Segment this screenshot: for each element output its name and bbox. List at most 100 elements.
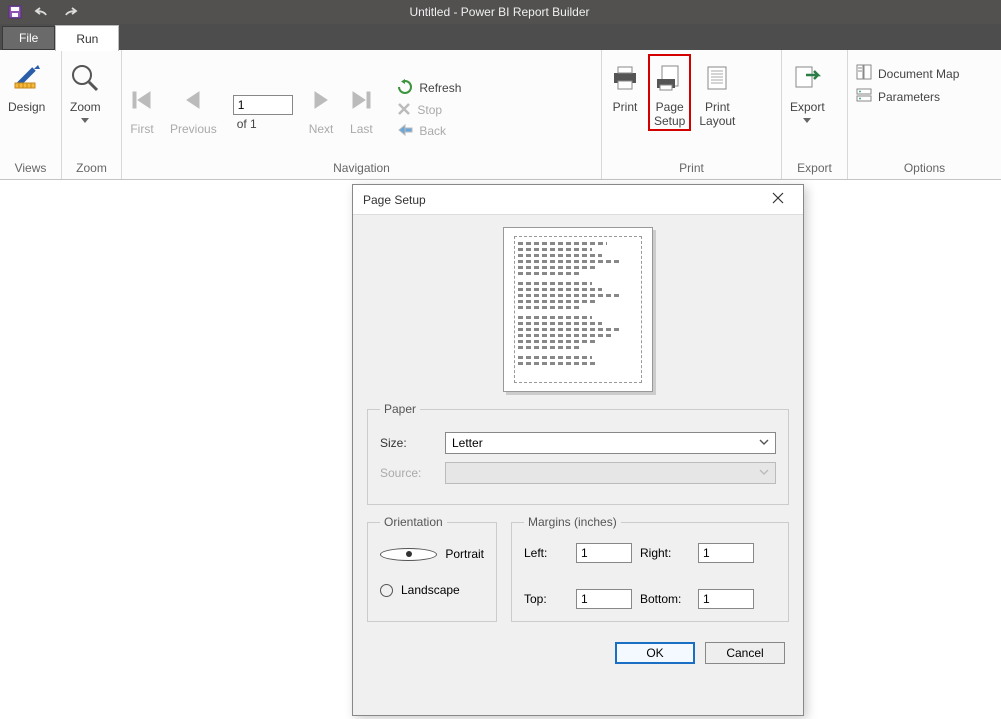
next-label: Next	[309, 122, 334, 136]
size-value: Letter	[452, 436, 483, 450]
stop-button[interactable]: Stop	[397, 102, 461, 119]
portrait-radio[interactable]: Portrait	[380, 547, 484, 561]
design-button[interactable]: Design	[0, 54, 53, 114]
page-of-text: of 1	[233, 117, 257, 131]
document-map-label: Document Map	[878, 67, 959, 81]
parameters-button[interactable]: Parameters	[856, 87, 959, 106]
group-options: Document Map Parameters Options	[848, 50, 1001, 179]
first-button[interactable]: First	[122, 76, 162, 136]
previous-icon	[181, 82, 205, 118]
stop-label: Stop	[417, 103, 442, 117]
chevron-down-icon	[759, 468, 769, 476]
margins-fieldset: Margins (inches) Left: Right: Top: Botto…	[511, 515, 789, 622]
orientation-fieldset: Orientation Portrait Landscape	[367, 515, 497, 622]
group-views: Design Views	[0, 50, 62, 179]
margin-right-label: Right:	[640, 546, 690, 560]
ok-button[interactable]: OK	[615, 642, 695, 664]
close-button[interactable]	[763, 192, 793, 207]
margins-legend: Margins (inches)	[524, 515, 621, 529]
stop-icon	[397, 102, 411, 119]
last-icon	[349, 82, 373, 118]
page-indicator: of 1	[225, 81, 301, 131]
dialog-title: Page Setup	[363, 193, 426, 207]
parameters-icon	[856, 87, 872, 106]
page-number-input[interactable]	[233, 95, 293, 115]
page-setup-dialog: Page Setup Paper Size: Letter	[352, 184, 804, 716]
margin-bottom-input[interactable]	[698, 589, 754, 609]
print-button[interactable]: Print	[602, 54, 648, 114]
print-layout-button[interactable]: Print Layout	[691, 54, 743, 129]
group-options-label: Options	[848, 158, 1001, 179]
export-label: Export	[790, 100, 825, 114]
group-navigation: First Previous of 1 Next Last R	[122, 50, 602, 179]
previous-button[interactable]: Previous	[162, 76, 225, 136]
group-print-label: Print	[602, 158, 781, 179]
cancel-label: Cancel	[726, 646, 763, 660]
last-label: Last	[350, 122, 373, 136]
margin-bottom-label: Bottom:	[640, 592, 690, 606]
refresh-button[interactable]: Refresh	[397, 79, 461, 98]
document-map-button[interactable]: Document Map	[856, 64, 959, 83]
export-button[interactable]: Export	[782, 54, 833, 123]
design-label: Design	[8, 100, 45, 114]
design-icon	[12, 60, 42, 96]
close-icon	[772, 192, 784, 204]
refresh-icon	[397, 79, 413, 98]
source-label: Source:	[380, 466, 435, 480]
group-zoom: Zoom Zoom	[62, 50, 122, 179]
run-tab[interactable]: Run	[55, 25, 119, 51]
page-setup-icon	[655, 60, 685, 96]
margin-top-label: Top:	[524, 592, 568, 606]
margin-left-label: Left:	[524, 546, 568, 560]
zoom-label: Zoom	[70, 100, 101, 114]
zoom-button[interactable]: Zoom	[62, 54, 109, 123]
back-icon	[397, 123, 413, 140]
page-preview	[503, 227, 653, 392]
ribbon-tabs: File Run	[0, 24, 1001, 50]
page-setup-button[interactable]: Page Setup	[648, 54, 691, 131]
group-export: Export Export	[782, 50, 848, 179]
printer-icon	[610, 60, 640, 96]
chevron-down-icon	[81, 118, 89, 123]
ribbon: Design Views Zoom Zoom First P	[0, 50, 1001, 180]
file-tab[interactable]: File	[2, 26, 55, 50]
chevron-down-icon	[759, 438, 769, 446]
parameters-label: Parameters	[878, 90, 940, 104]
orientation-legend: Orientation	[380, 515, 447, 529]
first-icon	[130, 82, 154, 118]
cancel-button[interactable]: Cancel	[705, 642, 785, 664]
last-button[interactable]: Last	[341, 76, 381, 136]
chevron-down-icon	[803, 118, 811, 123]
group-print: Print Page Setup Print Layout Print	[602, 50, 782, 179]
paper-fieldset: Paper Size: Letter Source:	[367, 402, 789, 505]
print-layout-label: Print Layout	[699, 100, 735, 129]
landscape-radio[interactable]: Landscape	[380, 583, 484, 597]
ok-label: OK	[646, 646, 663, 660]
document-map-icon	[856, 64, 872, 83]
paper-legend: Paper	[380, 402, 420, 416]
previous-label: Previous	[170, 122, 217, 136]
margin-right-input[interactable]	[698, 543, 754, 563]
size-select[interactable]: Letter	[445, 432, 776, 454]
file-tab-label: File	[19, 31, 38, 45]
run-tab-label: Run	[76, 32, 98, 46]
group-export-label: Export	[782, 158, 847, 179]
dialog-title-bar: Page Setup	[353, 185, 803, 215]
size-label: Size:	[380, 436, 435, 450]
print-label: Print	[613, 100, 638, 114]
margin-left-input[interactable]	[576, 543, 632, 563]
radio-icon	[380, 548, 437, 561]
export-icon	[792, 60, 822, 96]
group-views-label: Views	[0, 158, 61, 179]
group-navigation-label: Navigation	[122, 158, 601, 179]
margin-top-input[interactable]	[576, 589, 632, 609]
refresh-label: Refresh	[419, 81, 461, 95]
radio-icon	[380, 584, 393, 597]
source-select	[445, 462, 776, 484]
first-label: First	[130, 122, 153, 136]
landscape-label: Landscape	[401, 583, 460, 597]
back-button[interactable]: Back	[397, 123, 461, 140]
page-setup-label: Page Setup	[654, 100, 685, 129]
print-layout-icon	[704, 60, 730, 96]
next-button[interactable]: Next	[301, 76, 342, 136]
